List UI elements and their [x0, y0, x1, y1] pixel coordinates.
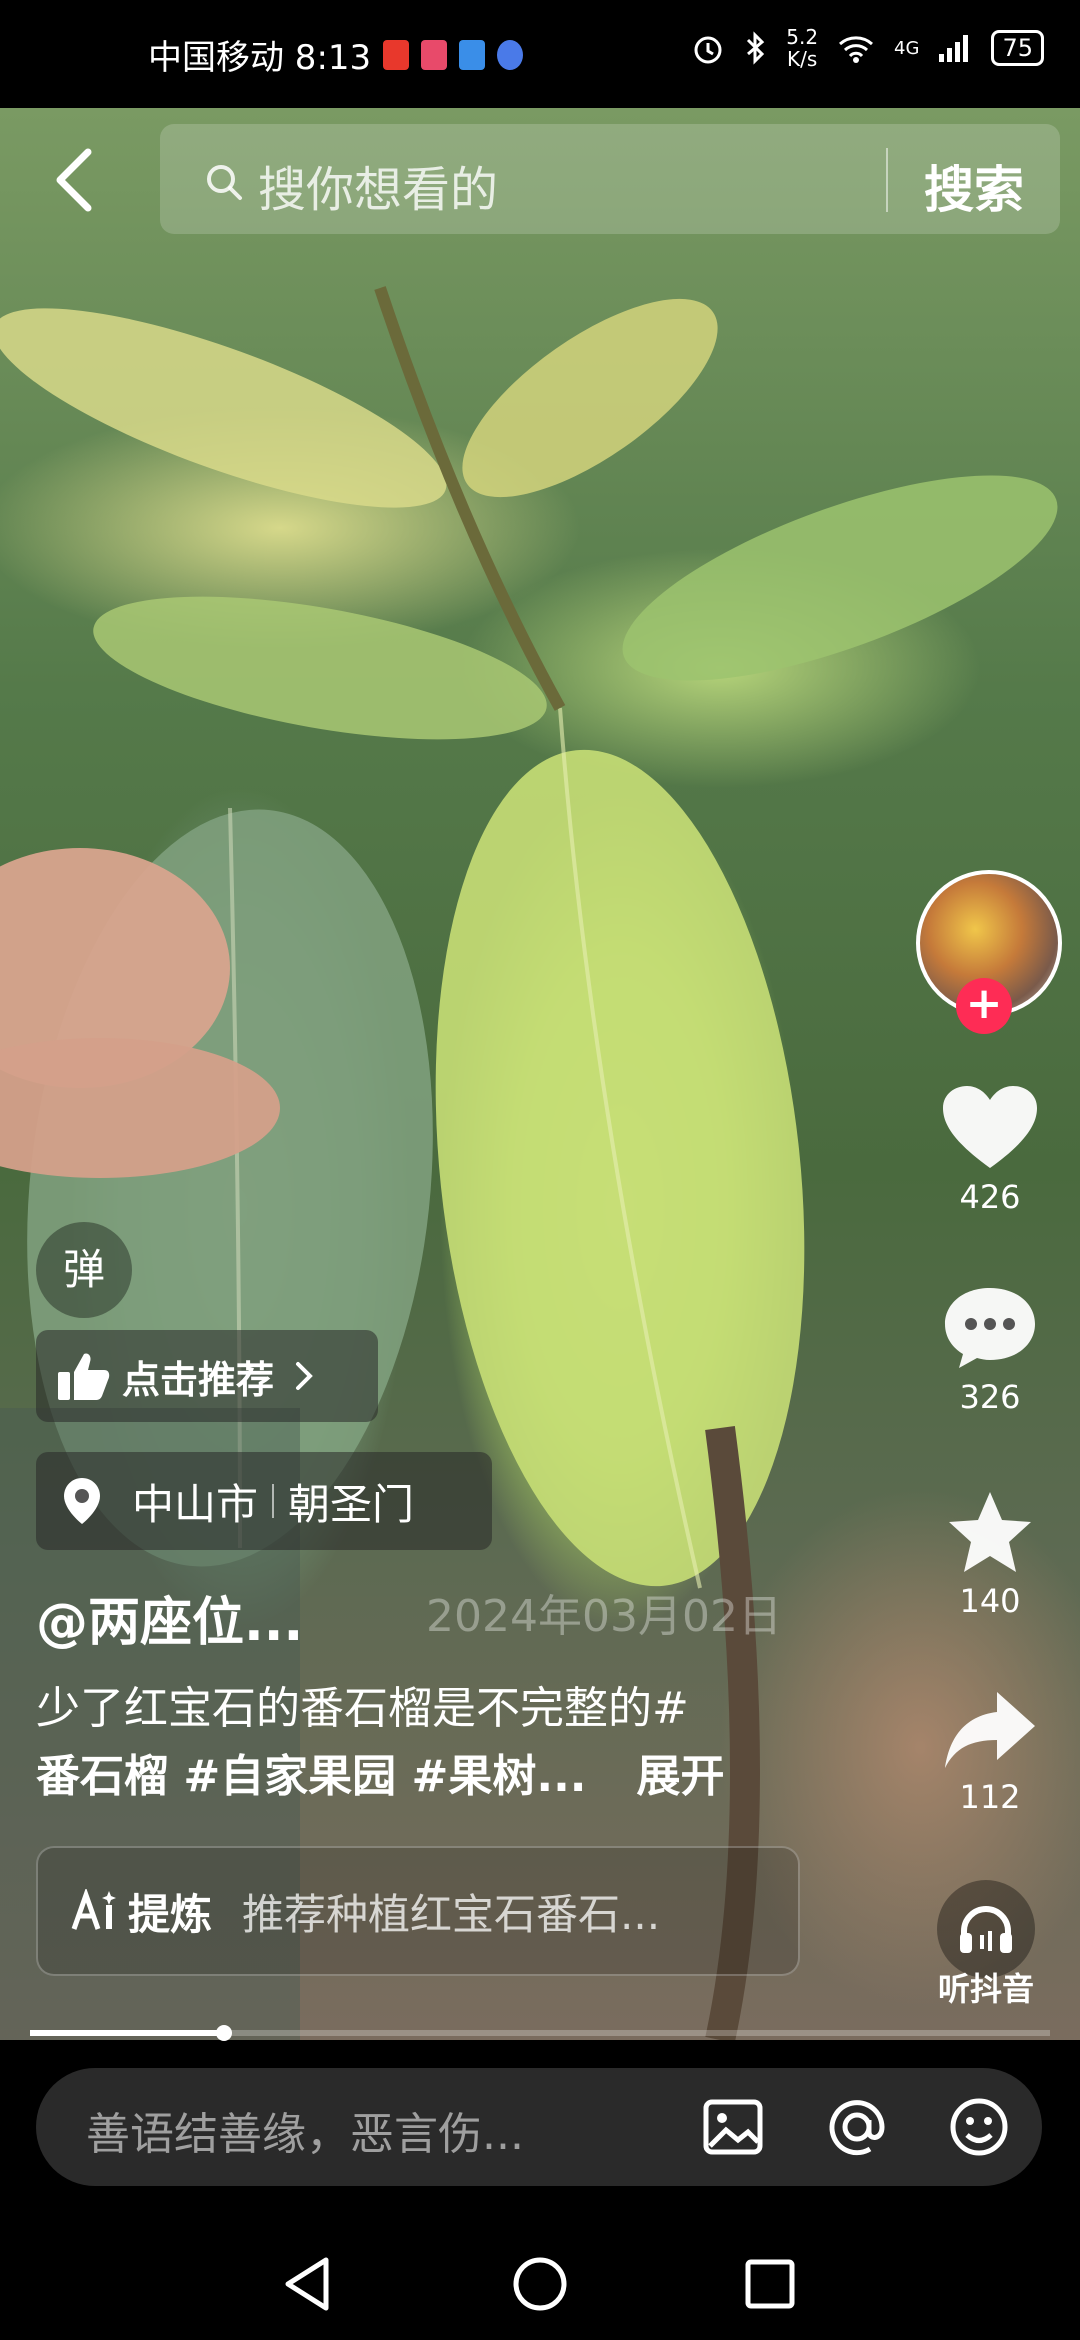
listen-label: 听抖音: [937, 1970, 1034, 2008]
comment-input-bar[interactable]: 善语结善缘，恶言伤...: [36, 2068, 1042, 2186]
carrier-time: 中国移动 8:13: [148, 38, 372, 78]
battery-indicator: 75: [991, 30, 1044, 66]
status-left: 中国移动 8:13: [148, 30, 524, 79]
wifi-icon: [839, 36, 874, 63]
author-name[interactable]: @两座位...: [36, 1580, 303, 1655]
headphones-icon: [960, 1906, 1012, 1953]
location-place: 朝圣门: [288, 1479, 415, 1529]
bluetooth-icon: [747, 31, 765, 65]
follow-button[interactable]: +: [956, 978, 1012, 1034]
favorite-button[interactable]: 140: [925, 1488, 1055, 1620]
caption-line-2: 番石榴 #自家果园 #果树... 展开: [36, 1740, 725, 1804]
nav-recents-icon[interactable]: [744, 2258, 796, 2310]
browser-icon: [497, 39, 524, 70]
nav-back-icon[interactable]: [282, 2256, 332, 2312]
like-button[interactable]: 426: [925, 1084, 1055, 1216]
emoji-icon[interactable]: [942, 2090, 1016, 2164]
favorite-count: 140: [959, 1582, 1021, 1620]
comment-input[interactable]: 善语结善缘，恶言伤...: [86, 2098, 524, 2162]
danmaku-toggle[interactable]: 弹: [36, 1222, 132, 1318]
share-arrow-icon: [945, 1692, 1035, 1768]
location-city: 中山市: [132, 1479, 259, 1529]
signal-icon: [939, 35, 969, 62]
star-icon: [949, 1492, 1031, 1572]
recommend-label: 点击推荐: [122, 1357, 275, 1402]
location-divider: [272, 1484, 275, 1518]
status-right: 5.2 K/s 4G 75: [690, 26, 1044, 70]
ai-refine-bar[interactable]: 提炼 推荐种植红宝石番石...: [36, 1846, 800, 1976]
caption-hashtags[interactable]: 番石榴 #自家果园 #果树...: [36, 1751, 587, 1802]
progress-handle[interactable]: [215, 2025, 232, 2041]
search-icon: [207, 165, 242, 200]
app-notification-icon: [421, 39, 448, 70]
progress-fill: [30, 2030, 224, 2036]
system-nav-bar: [0, 2210, 1080, 2340]
refine-label: 提炼: [128, 1889, 213, 1939]
chevron-right-icon: [296, 1362, 313, 1390]
comment-button[interactable]: 326: [925, 1284, 1055, 1416]
video-progress-bar[interactable]: [30, 2025, 1050, 2041]
network-type: 4G: [894, 37, 920, 59]
ai-icon: [71, 1889, 116, 1930]
mention-icon[interactable]: [820, 2090, 894, 2164]
nav-home-icon[interactable]: [512, 2256, 568, 2312]
refine-summary: 推荐种植红宝石番石...: [242, 1889, 661, 1939]
search-divider: [886, 148, 888, 212]
net-speed: 5.2 K/s: [786, 25, 819, 71]
comment-count: 326: [959, 1378, 1021, 1416]
thumbs-up-icon: [58, 1353, 110, 1400]
listen-douyin-button[interactable]: 听抖音: [916, 1880, 1056, 2010]
caption-line-1: 少了红宝石的番石榴是不完整的#: [36, 1683, 689, 1734]
heart-icon: [943, 1086, 1037, 1168]
red-packet-icon: [383, 39, 410, 70]
date-watermark: 2024年03月02日: [426, 1591, 782, 1642]
expand-caption-button[interactable]: 展开: [637, 1751, 725, 1802]
image-icon[interactable]: [696, 2090, 770, 2164]
comment-icon: [945, 1288, 1035, 1368]
search-button[interactable]: 搜索: [924, 150, 1024, 222]
recommend-button[interactable]: 点击推荐: [36, 1330, 378, 1422]
alarm-icon: [694, 36, 722, 64]
share-count: 112: [959, 1778, 1021, 1816]
share-button[interactable]: 112: [925, 1688, 1055, 1816]
status-bar: 中国移动 8:13 5.2 K/s 4G 75: [0, 0, 1080, 108]
like-count: 426: [959, 1178, 1021, 1216]
back-arrow-icon[interactable]: [46, 140, 106, 220]
location-pin-icon: [64, 1478, 100, 1524]
search-input[interactable]: 搜你想看的: [258, 150, 498, 220]
weather-icon: [459, 39, 486, 70]
location-tag[interactable]: 中山市 朝圣门: [36, 1452, 492, 1550]
